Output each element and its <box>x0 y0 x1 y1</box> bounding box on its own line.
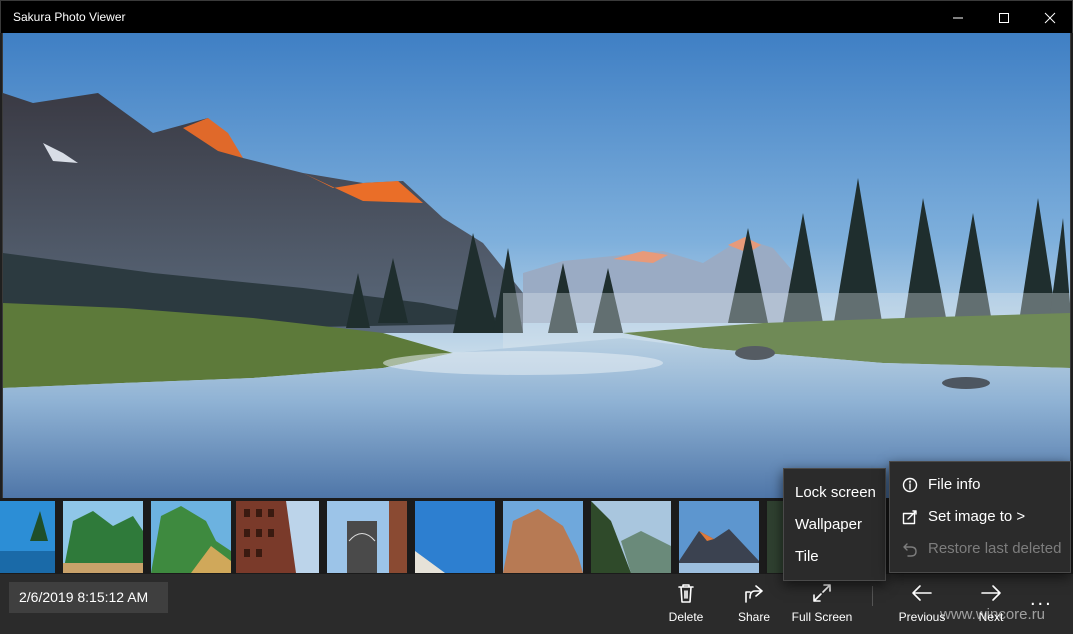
previous-label: Previous <box>898 610 946 624</box>
menu-item-file-info[interactable]: File info <box>890 469 1070 501</box>
fullscreen-button[interactable]: Full Screen <box>792 582 852 632</box>
menu-item-lock-screen[interactable]: Lock screen <box>784 477 885 509</box>
thumbnail[interactable] <box>591 501 671 573</box>
main-photo[interactable] <box>2 33 1071 498</box>
trash-icon <box>678 584 694 603</box>
landscape-image <box>3 33 1070 498</box>
bottom-toolbar: 2/6/2019 8:15:12 AM Delete Share Full Sc… <box>0 574 1073 634</box>
menu-item-label: Wallpaper <box>795 516 862 533</box>
menu-item-wallpaper[interactable]: Wallpaper <box>784 509 885 541</box>
toolbar-separator <box>872 586 873 606</box>
thumbnail[interactable] <box>236 501 319 573</box>
menu-item-set-image-to[interactable]: Set image to > <box>890 501 1070 533</box>
arrow-left-icon <box>912 585 932 601</box>
info-icon <box>902 477 918 493</box>
arrow-right-icon <box>981 585 1001 601</box>
menu-item-label: Restore last deleted <box>928 540 1062 557</box>
maximize-button[interactable] <box>981 1 1027 34</box>
restore-icon <box>903 543 917 557</box>
thumbnail[interactable] <box>0 501 55 573</box>
menu-item-label: Tile <box>795 548 819 565</box>
fullscreen-icon <box>813 584 831 602</box>
thumbnail[interactable] <box>151 501 231 573</box>
more-menu: File info Set image to > Restore last de… <box>889 461 1071 573</box>
thumbnail[interactable] <box>327 501 407 573</box>
delete-label: Delete <box>668 610 704 624</box>
window-title: Sakura Photo Viewer <box>13 10 126 24</box>
thumbnail[interactable] <box>679 501 759 573</box>
thumbnail[interactable] <box>503 501 583 573</box>
close-button[interactable] <box>1027 1 1073 34</box>
menu-item-label: Set image to > <box>928 508 1026 525</box>
menu-item-label: Lock screen <box>795 484 876 501</box>
menu-item-label: File info <box>928 476 981 493</box>
minimize-button[interactable] <box>935 1 981 34</box>
set-image-icon <box>902 510 917 525</box>
thumbnail[interactable] <box>415 501 495 573</box>
watermark: www.wincore.ru <box>940 606 1046 623</box>
menu-item-tile[interactable]: Tile <box>784 541 885 573</box>
share-icon <box>745 585 763 603</box>
delete-button[interactable]: Delete <box>668 582 704 632</box>
minimize-icon <box>953 17 963 18</box>
thumbnail[interactable] <box>63 501 143 573</box>
close-icon <box>1044 12 1056 23</box>
title-bar: Sakura Photo Viewer <box>0 0 1073 33</box>
date-taken-badge: 2/6/2019 8:15:12 AM <box>9 582 168 613</box>
maximize-icon <box>999 12 1009 23</box>
previous-button[interactable]: Previous <box>898 582 946 632</box>
share-label: Share <box>737 610 771 624</box>
menu-item-restore-last-deleted: Restore last deleted <box>890 533 1070 565</box>
set-image-submenu: Lock screen Wallpaper Tile <box>783 468 886 581</box>
share-button[interactable]: Share <box>737 582 771 632</box>
fullscreen-label: Full Screen <box>791 610 853 624</box>
